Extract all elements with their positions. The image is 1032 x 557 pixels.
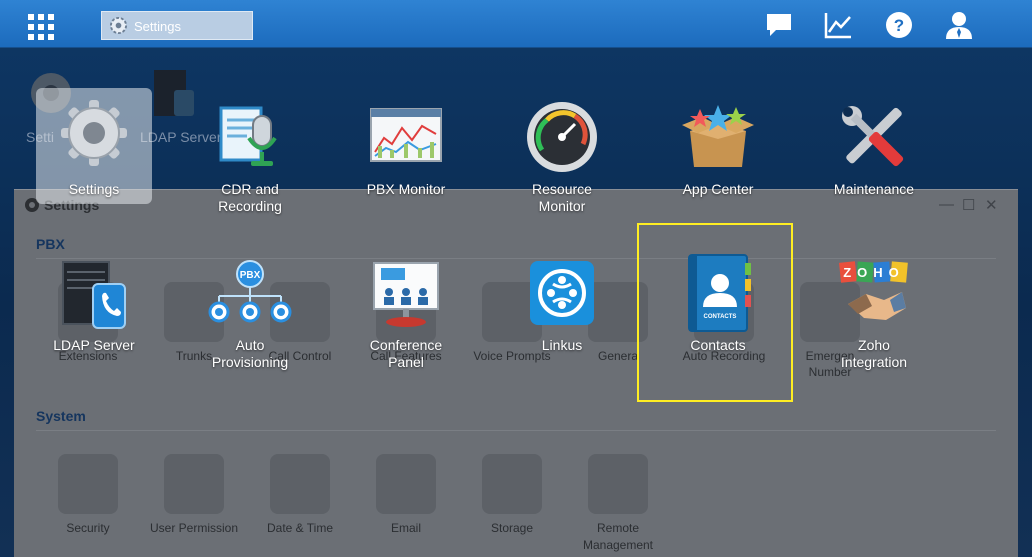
pbx-tree-icon: PBX [208,260,292,323]
gauge-icon [527,102,597,172]
item-remote[interactable]: Remote [563,521,673,535]
item-user-permission[interactable]: User Permission [139,521,249,535]
app-label: LDAP Server [53,337,135,353]
app-label-line2: Monitor [538,198,586,214]
remote-management-icon[interactable] [588,454,648,514]
gear-icon [61,100,127,166]
help-icon[interactable]: ? [884,10,914,40]
clock-icon[interactable] [270,454,330,514]
storage-icon[interactable] [482,454,542,514]
wrench-screwdriver-icon [842,106,904,167]
app-label: Zoho [858,337,890,353]
app-label-line2: Integration [840,354,908,370]
app-settings[interactable]: Settings [29,95,159,205]
taskbar: Settings ? [0,0,1032,48]
app-label-line2: Recording [218,198,282,214]
item-remote-management[interactable]: Management [563,538,673,552]
maximize-icon[interactable]: ☐ [962,196,975,214]
section-title-pbx: PBX [36,236,65,252]
email-icon[interactable] [376,454,436,514]
zoho-logo-text: ZOHO [843,265,905,280]
user-icon[interactable] [944,10,974,40]
security-shield-icon[interactable] [58,454,118,514]
divider [36,430,996,431]
app-label: Maintenance [833,181,915,197]
focus-outline [637,223,793,402]
app-label: Resource [532,181,592,197]
app-label: App Center [682,181,754,197]
zoho-handshake-icon: ZOHO [838,261,908,320]
item-security[interactable]: Security [33,521,143,535]
app-label-line2: Provisioning [211,354,289,370]
monitor-chart-icon [370,108,442,162]
server-phone-icon [62,261,126,329]
lock-icon[interactable] [164,454,224,514]
app-label: Linkus [541,337,583,353]
item-email[interactable]: Email [351,521,461,535]
taskbar-tab-settings[interactable]: Settings [101,11,253,40]
item-date-time[interactable]: Date & Time [245,521,355,535]
app-label: PBX Monitor [366,181,446,197]
app-label-line2: Panel [388,354,424,370]
close-icon[interactable]: ✕ [985,196,998,214]
app-label: CDR and [221,181,279,197]
box-stars-icon [682,105,754,167]
chart-icon[interactable] [823,10,853,40]
settings-window: Settings — ☐ ✕ PBX Extensions Trunks Cal… [14,189,1018,557]
taskbar-tab-label: Settings [134,19,181,34]
app-label: Auto [235,337,265,353]
desktop: Setti LDAP Server Settings ? [0,0,1032,557]
chat-icon[interactable] [764,10,794,40]
apps-grid-icon[interactable] [28,14,54,40]
app-label: Settings [68,181,120,197]
item-storage[interactable]: Storage [457,521,567,535]
minimize-icon[interactable]: — [939,196,954,213]
presentation-board-icon [373,262,439,327]
svg-text:?: ? [894,16,904,35]
app-label: Conference [369,337,443,353]
pbx-badge-text: PBX [240,270,261,281]
cdr-microphone-icon [219,106,277,166]
gear-icon [109,16,128,35]
section-title-system: System [36,408,86,424]
linkus-logo-icon [530,261,594,325]
divider [36,258,996,259]
